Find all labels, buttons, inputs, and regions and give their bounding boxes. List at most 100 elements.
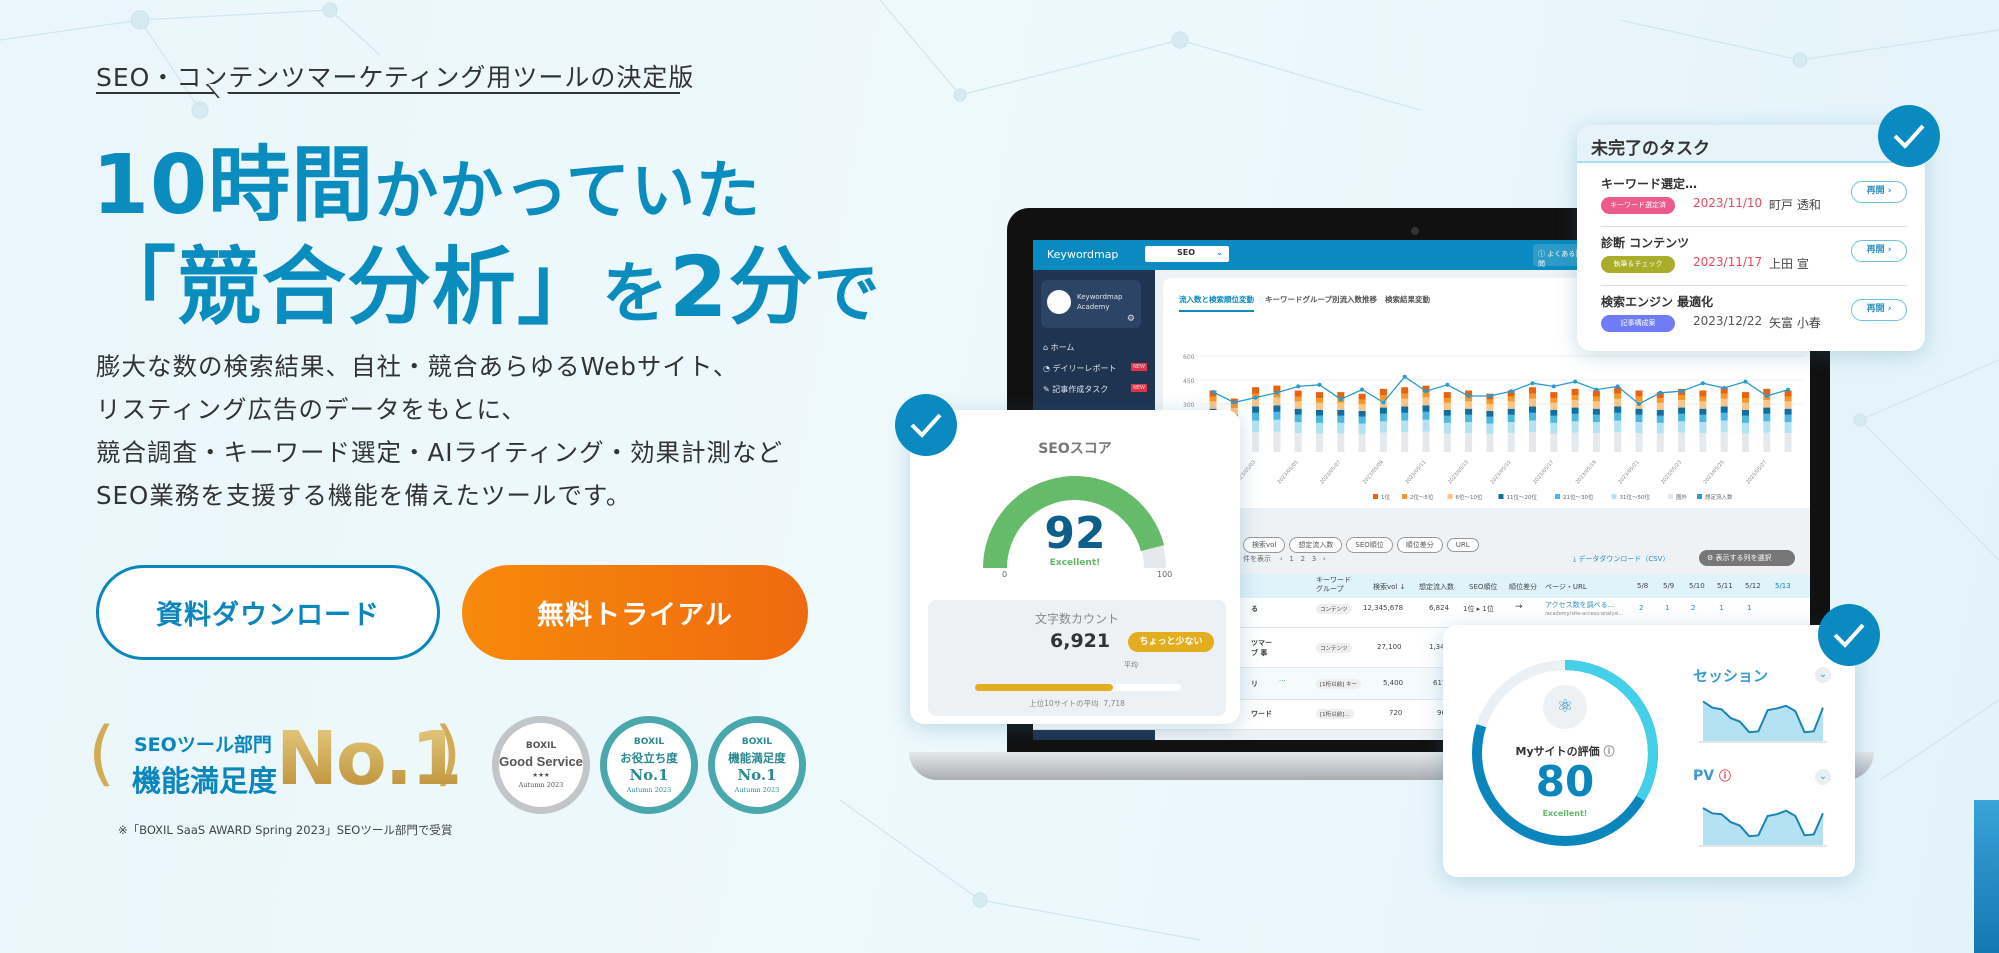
pager-page[interactable]: 2 bbox=[1301, 555, 1305, 563]
bar-segment bbox=[1401, 387, 1409, 394]
bar-segment bbox=[1720, 432, 1728, 452]
traffic-point bbox=[1509, 389, 1514, 394]
bar-segment bbox=[1422, 431, 1430, 452]
session-sparkline bbox=[1699, 700, 1827, 743]
bar-segment bbox=[1550, 415, 1558, 423]
bar-segment bbox=[1422, 397, 1430, 406]
pager-prev[interactable]: ‹ bbox=[1280, 555, 1283, 563]
bar-segment bbox=[1678, 421, 1686, 433]
bar-segment bbox=[1592, 422, 1600, 434]
bar-segment bbox=[1699, 396, 1707, 402]
x-tick-label: 2023/05/21 bbox=[1617, 459, 1640, 485]
x-tick-label: 2023/05/25 bbox=[1703, 459, 1726, 485]
bar-segment bbox=[1763, 400, 1771, 408]
bar-segment bbox=[1614, 432, 1622, 452]
headline-line-2: 「競合分析」を2分で bbox=[92, 220, 880, 341]
bar-segment bbox=[1252, 387, 1260, 394]
cell-page-link[interactable]: アクセス数を調べる… bbox=[1545, 600, 1615, 610]
resume-button[interactable]: 再開 › bbox=[1851, 181, 1907, 203]
bar-segment bbox=[1209, 396, 1217, 402]
bar-segment bbox=[1294, 408, 1302, 415]
badge-usefulness: BOXIL お役立ち度 No.1 Autumn 2023 bbox=[600, 716, 698, 814]
session-expand-chevron-icon[interactable]: ⌄ bbox=[1815, 667, 1831, 683]
pager-page[interactable]: 1 bbox=[1289, 555, 1293, 563]
bar-segment bbox=[1379, 432, 1387, 452]
more-icon[interactable]: ··· bbox=[1279, 677, 1286, 685]
badge-title: お役立ち度 bbox=[620, 750, 678, 765]
bar-segment bbox=[1422, 419, 1430, 432]
x-tick-label: 2023/05/05 bbox=[1277, 459, 1300, 485]
resume-button[interactable]: 再開 › bbox=[1851, 240, 1907, 262]
task-title: キーワード選定… bbox=[1601, 177, 1698, 191]
side-tab[interactable] bbox=[1974, 800, 1999, 953]
bar-segment bbox=[1486, 404, 1494, 411]
badge-functionality: BOXIL 機能満足度 No.1 Autumn 2023 bbox=[708, 716, 806, 814]
traffic-point bbox=[1573, 379, 1578, 384]
bar-segment bbox=[1507, 396, 1515, 402]
task-title: 検索エンジン 最適化 bbox=[1601, 295, 1714, 309]
bar-segment bbox=[1784, 408, 1792, 415]
bar-segment bbox=[1592, 408, 1600, 415]
bar-segment bbox=[1316, 415, 1323, 423]
check-icon bbox=[1818, 604, 1880, 666]
bar-segment bbox=[1252, 398, 1260, 407]
pager-page[interactable]: 3 bbox=[1312, 555, 1316, 563]
award-title: 機能満足度 bbox=[132, 764, 278, 798]
badge-brand: BOXIL bbox=[525, 741, 557, 751]
eyebrow-text: SEO・コンテンツマーケティング用ツールの決定版 bbox=[96, 63, 695, 92]
pager-next[interactable]: › bbox=[1323, 555, 1326, 563]
bar-segment bbox=[1358, 404, 1366, 411]
bar-segment bbox=[1656, 433, 1664, 452]
cell-vol: 720 bbox=[1389, 709, 1403, 717]
my-site-evaluation-card: ⚛ Myサイトの評価 ⓘ 80 Excellent! セッション ⌄ PV ⓘ … bbox=[1443, 625, 1855, 877]
bar-segment bbox=[1592, 433, 1600, 452]
bar-segment bbox=[1550, 402, 1558, 410]
description-line: SEO業務を支援する機能を備えたツールです。 bbox=[96, 481, 632, 510]
seo-score-rating: Excellent! bbox=[1049, 558, 1101, 568]
bar-segment bbox=[1720, 406, 1728, 413]
bar-segment bbox=[1273, 405, 1281, 412]
csv-download-link[interactable]: ⤓ データダウンロード（CSV） bbox=[1573, 554, 1669, 564]
cell-group: [1桁以前]… bbox=[1316, 709, 1354, 719]
chip-search-vol[interactable]: 検索vol bbox=[1243, 537, 1286, 553]
seo-score-title: SEOスコア bbox=[1038, 441, 1112, 457]
bar-segment bbox=[1401, 398, 1409, 407]
bar-segment bbox=[1358, 399, 1366, 405]
chip-seo-rank[interactable]: SEO順位 bbox=[1346, 537, 1393, 553]
check-icon bbox=[895, 394, 957, 456]
task-item: キーワード選定… キーワード選定済 2023/11/10 町戸 透和 再開 › bbox=[1601, 169, 1907, 227]
bar-segment bbox=[1720, 420, 1728, 433]
bar-segment bbox=[1465, 422, 1473, 434]
free-trial-button[interactable]: 無料トライアル bbox=[462, 565, 808, 660]
bar-segment bbox=[1742, 433, 1749, 452]
bar-segment bbox=[1358, 434, 1366, 452]
bar-segment bbox=[1571, 400, 1579, 408]
bar-segment bbox=[1486, 410, 1494, 417]
col-header[interactable]: 検索vol ↓ bbox=[1373, 582, 1405, 592]
traffic-point bbox=[1424, 389, 1428, 394]
chip-rank-diff[interactable]: 順位差分 bbox=[1396, 537, 1443, 553]
bar-segment bbox=[1529, 420, 1536, 433]
cell-keyword: る bbox=[1251, 605, 1258, 613]
col-header: 5/8 bbox=[1637, 582, 1649, 590]
select-columns-button[interactable]: ⚙ 表示する列を選択 bbox=[1699, 550, 1795, 566]
bar-segment bbox=[1422, 411, 1430, 420]
badge-rank: No.1 bbox=[737, 765, 777, 784]
bar-segment bbox=[1379, 407, 1387, 414]
pv-expand-chevron-icon[interactable]: ⌄ bbox=[1815, 769, 1831, 785]
traffic-point bbox=[1615, 384, 1620, 389]
col-header: SEO順位 bbox=[1469, 583, 1498, 591]
chip-estimated-traffic[interactable]: 想定流入数 bbox=[1289, 537, 1343, 553]
badge-title: 機能満足度 bbox=[728, 750, 786, 765]
x-tick-label: 2023/05/23 bbox=[1660, 459, 1683, 485]
chip-url[interactable]: URL bbox=[1446, 538, 1479, 552]
bar-segment bbox=[1635, 396, 1643, 402]
char-count-panel: 文字数カウント 6,921 ちょっと少ない 平均 上位10サイトの平均 7,71… bbox=[928, 600, 1226, 716]
download-materials-button[interactable]: 資料ダウンロード bbox=[96, 565, 440, 660]
bar-segment bbox=[1763, 407, 1771, 414]
char-count-bar-fill bbox=[975, 684, 1114, 691]
traffic-point bbox=[1232, 400, 1237, 405]
task-date: 2023/12/22 bbox=[1693, 314, 1763, 328]
resume-button[interactable]: 再開 › bbox=[1851, 299, 1907, 321]
bar-segment bbox=[1656, 398, 1664, 403]
